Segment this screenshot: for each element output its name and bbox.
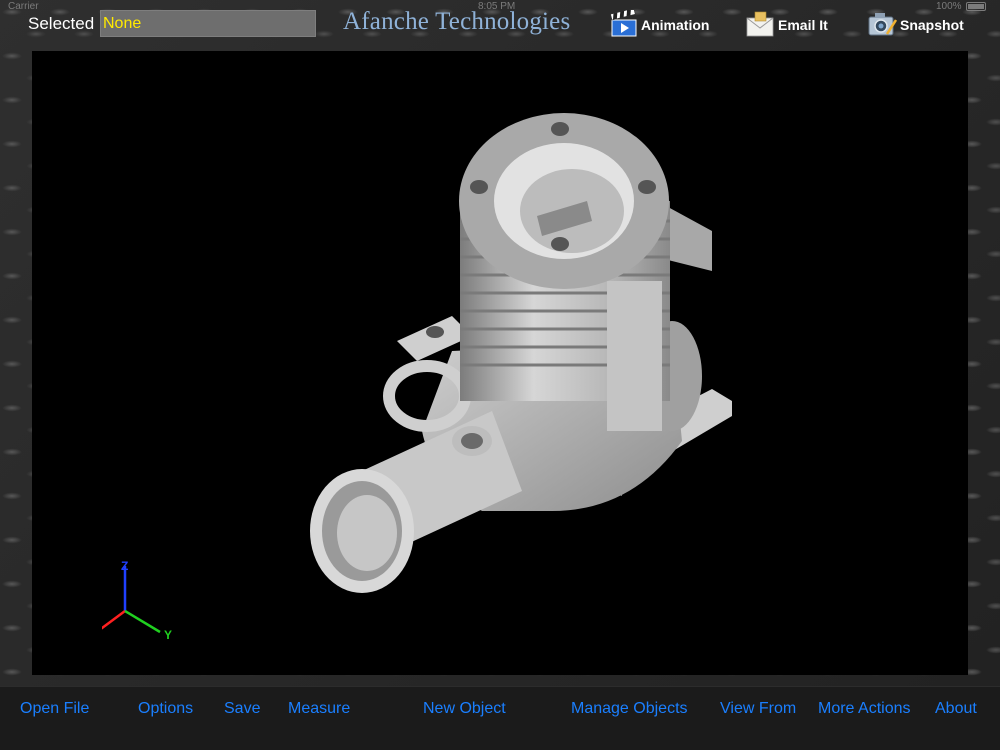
bottom-toolbar: Open File Options Save Measure New Objec… [0,686,1000,750]
options-button[interactable]: Options [138,700,193,718]
save-button[interactable]: Save [224,700,260,718]
email-button[interactable]: Email It [745,10,828,40]
battery-icon [966,2,986,11]
snapshot-label: Snapshot [900,17,964,33]
animation-button[interactable]: Animation [610,7,710,41]
snapshot-button[interactable]: Snapshot [867,10,964,40]
more-actions-button[interactable]: More Actions [818,700,910,718]
clapperboard-icon [610,7,638,41]
about-button[interactable]: About [935,700,977,718]
app-title: Afanche Technologies [343,8,571,35]
axis-z-label: Z [121,559,128,573]
manage-objects-button[interactable]: Manage Objects [571,700,688,718]
animation-label: Animation [641,17,710,33]
camera-icon [867,10,898,41]
new-object-button[interactable]: New Object [423,700,506,718]
status-carrier: Carrier [8,1,39,12]
open-file-button[interactable]: Open File [20,700,89,718]
axis-indicator: Z X Y [102,559,172,642]
envelope-icon [745,10,775,41]
selected-object-field[interactable]: None [100,10,316,37]
view-from-button[interactable]: View From [720,700,796,718]
email-label: Email It [778,17,828,33]
selected-label: Selected [28,14,95,33]
axis-y-label: Y [164,628,172,642]
3d-viewport[interactable]: Z X Y [32,51,968,675]
measure-button[interactable]: Measure [288,700,350,718]
